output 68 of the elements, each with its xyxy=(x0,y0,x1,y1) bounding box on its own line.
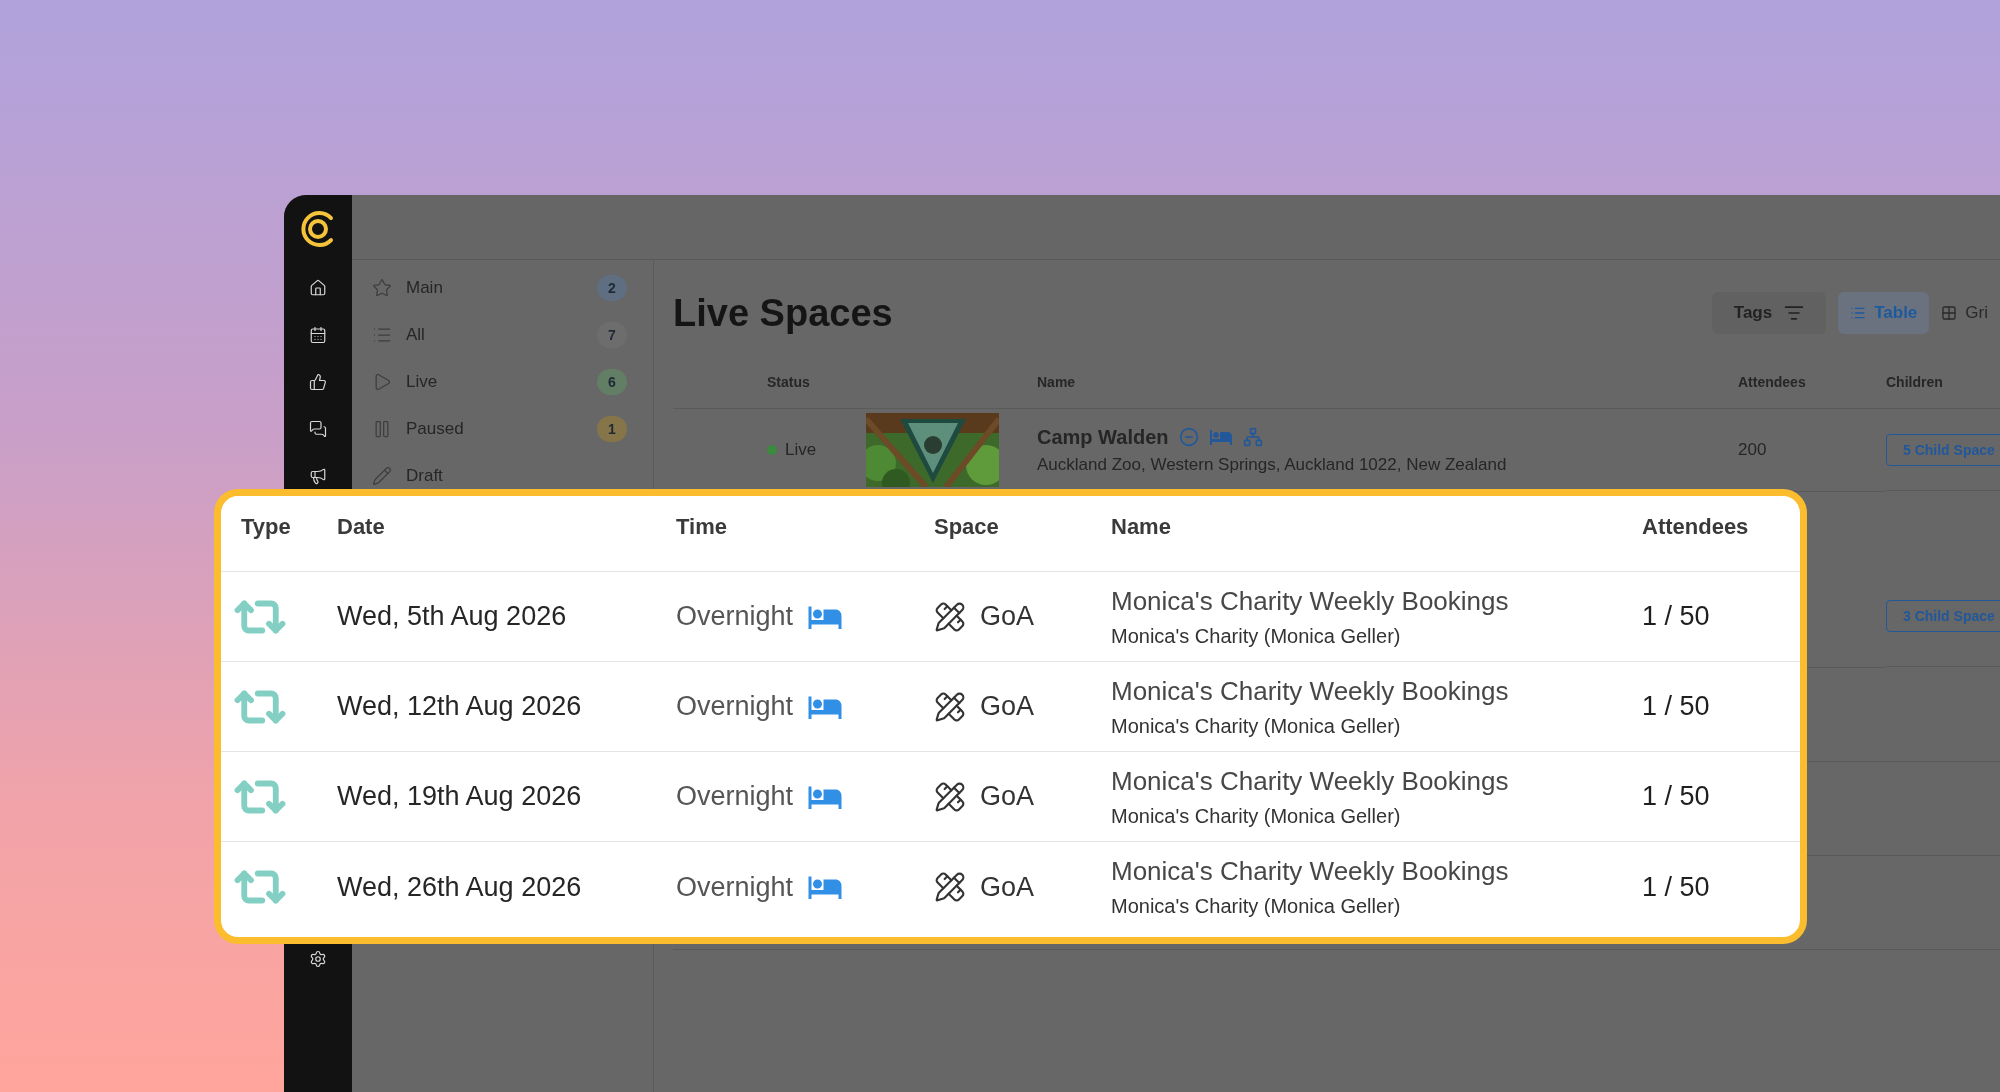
booking-time: Overnight xyxy=(676,601,794,632)
filter-icon xyxy=(1784,303,1805,323)
column-header: Attendees xyxy=(1738,374,1806,390)
column-header: Time xyxy=(676,513,727,540)
home-icon[interactable] xyxy=(309,279,327,297)
booking-name: Monica's Charity Weekly Bookings xyxy=(1111,585,1509,617)
tags-filter-button[interactable]: Tags xyxy=(1711,292,1827,334)
column-header: Date xyxy=(337,513,385,540)
pencil-ruler-icon xyxy=(934,690,966,723)
thumbs-up-icon[interactable] xyxy=(309,373,327,391)
organiser-name: Monica's Charity (Monica Geller) xyxy=(1111,624,1402,648)
view-toggle[interactable]: Table xyxy=(1838,292,1930,334)
attendees-count: 1 / 50 xyxy=(1642,871,1710,903)
column-header: Type xyxy=(241,513,291,540)
status-label: Live xyxy=(767,440,817,460)
column-header: Children xyxy=(1886,374,1943,390)
space-name: GoA xyxy=(980,601,1035,632)
column-header: Status xyxy=(767,374,810,390)
booking-name: Monica's Charity Weekly Bookings xyxy=(1111,765,1509,797)
booking-name: Monica's Charity Weekly Bookings xyxy=(1111,856,1509,887)
count-badge: 6 xyxy=(597,368,627,395)
column-header: Attendees xyxy=(1642,513,1749,540)
space-name: Camp Walden xyxy=(1037,425,1169,449)
attendees-count: 1 / 50 xyxy=(1642,691,1710,722)
star-icon xyxy=(372,277,392,298)
megaphone-icon[interactable] xyxy=(309,467,327,485)
network-icon xyxy=(1242,427,1263,447)
booking-name: Monica's Charity Weekly Bookings xyxy=(1111,675,1509,707)
list-icon xyxy=(1850,305,1867,321)
chat-icon[interactable] xyxy=(309,420,327,438)
count-badge: 1 xyxy=(597,415,627,442)
space-name: GoA xyxy=(980,781,1035,812)
settings-icon[interactable] xyxy=(309,950,327,968)
attendees-count: 1 / 50 xyxy=(1642,601,1710,632)
organiser-name: Monica's Charity (Monica Geller) xyxy=(1111,804,1402,828)
space-address: Auckland Zoo, Western Springs, Auckland 1022, New Zealand xyxy=(1037,455,1507,475)
count-badge: 2 xyxy=(597,274,627,301)
page-title: Live Spaces xyxy=(673,291,894,335)
attendees-count: 1 / 50 xyxy=(1642,781,1710,812)
column-header: Space xyxy=(934,513,999,540)
grid-icon xyxy=(1941,305,1958,321)
space-name: GoA xyxy=(980,871,1035,903)
pencil-ruler-icon xyxy=(934,871,966,903)
booking-date: Wed, 26th Aug 2026 xyxy=(337,871,582,903)
sidebar-item[interactable]: Live xyxy=(406,371,438,392)
space-name: GoA xyxy=(980,691,1035,722)
booking-time: Overnight xyxy=(676,871,794,903)
sidebar-item[interactable]: All xyxy=(406,324,425,345)
attendees-count: 200 xyxy=(1738,440,1767,460)
booking-time: Overnight xyxy=(676,691,794,722)
minus-circle-icon xyxy=(1178,427,1199,447)
booking-date: Wed, 12th Aug 2026 xyxy=(337,691,582,722)
calendar-icon[interactable] xyxy=(309,326,327,344)
booking-date: Wed, 5th Aug 2026 xyxy=(337,601,567,632)
sidebar-item[interactable]: Main xyxy=(406,277,443,298)
pencil-ruler-icon xyxy=(934,780,966,813)
sidebar-item[interactable]: Draft xyxy=(406,465,443,486)
pencil-icon xyxy=(372,465,392,486)
sidebar-item[interactable]: Paused xyxy=(406,418,464,439)
booking-time: Overnight xyxy=(676,781,794,812)
column-header: Name xyxy=(1111,513,1171,540)
organiser-name: Monica's Charity (Monica Geller) xyxy=(1111,895,1402,918)
count-badge: 7 xyxy=(597,321,627,348)
column-header: Name xyxy=(1037,374,1076,390)
organiser-name: Monica's Charity (Monica Geller) xyxy=(1111,714,1402,738)
pencil-ruler-icon xyxy=(934,600,966,633)
view-toggle[interactable]: Gri xyxy=(1929,292,2000,334)
booking-date: Wed, 19th Aug 2026 xyxy=(337,781,582,812)
